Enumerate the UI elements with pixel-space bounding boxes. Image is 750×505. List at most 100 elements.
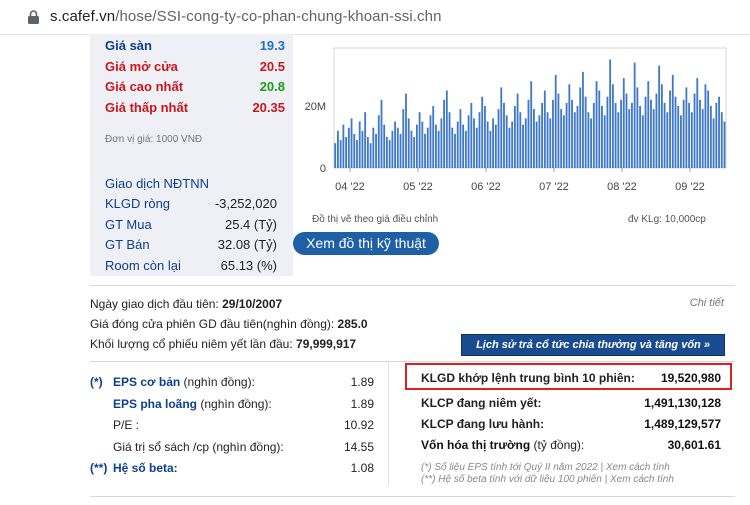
info-label: Khối lượng cổ phiếu niêm yết lần đầu:: [90, 337, 293, 351]
volume-bar: [723, 121, 726, 168]
volume-bar: [533, 109, 535, 168]
chart-note: Đồ thị vẽ theo giá điều chỉnh: [312, 214, 439, 225]
volume-bar: [690, 112, 693, 168]
volume-bar: [562, 115, 565, 168]
url-text[interactable]: s.cafef.vn/hose/SSI-cong-ty-co-phan-chun…: [50, 8, 442, 25]
volume-bar: [497, 109, 500, 168]
x-tick-label: 06 '22: [471, 181, 501, 193]
stat-value: 19,520,980: [660, 371, 721, 385]
volume-bar: [590, 118, 593, 168]
listed-shares-row: KLCP đang niêm yết: 1,491,130,128: [421, 396, 721, 416]
volume-bar: [660, 84, 663, 168]
volume-bar: [543, 90, 546, 168]
info-value: 285.0: [337, 317, 368, 331]
volume-bar: [402, 109, 405, 168]
volume-bar: [467, 115, 470, 168]
detail-link[interactable]: Chi tiết: [690, 297, 724, 309]
first-listed-volume: Khối lượng cổ phiếu niêm yết lần đầu: 79…: [90, 337, 356, 351]
volume-bar: [345, 137, 348, 168]
url-path: /hose/SSI-cong-ty-co-phan-chung-khoan-ss…: [115, 8, 442, 25]
eps-label: EPS pha loãng (nghìn đồng):: [113, 397, 272, 411]
eps-value: 1.08: [350, 461, 374, 475]
volume-bar: [633, 62, 636, 168]
price-label: Giá sàn: [105, 38, 152, 53]
eps-label-rest: (nghìn đồng):: [180, 375, 255, 389]
volume-bar: [386, 137, 388, 168]
volume-bar: [565, 102, 568, 168]
volume-bar: [508, 127, 511, 168]
volume-bar: [464, 130, 467, 168]
price-label: Giá thấp nhất: [105, 100, 189, 115]
volume-bar: [353, 133, 356, 168]
address-bar[interactable]: s.cafef.vn/hose/SSI-cong-ty-co-phan-chun…: [0, 0, 750, 35]
foreign-label: GT Bán: [105, 237, 150, 252]
volume-bar: [500, 87, 503, 168]
volume-bar: [527, 99, 530, 168]
volume-bar: [584, 96, 587, 168]
volume-bar: [579, 87, 582, 168]
volume-bar: [603, 115, 606, 168]
volume-chart: 04 '22 05 '22 06 '22 07 '22 08 '22 09 '22 20M…: [305, 47, 727, 193]
divider: [90, 285, 735, 286]
foreign-value: 65.13 (%): [220, 258, 277, 273]
volume-bar: [405, 93, 407, 168]
price-row-high: Giá cao nhất 20.8: [105, 79, 285, 99]
volume-bar: [655, 93, 658, 168]
x-tick-label: 09 '22: [675, 181, 705, 193]
volume-bar: [513, 106, 516, 168]
volume-bar: [459, 109, 462, 168]
volume-bar: [456, 121, 459, 168]
stat-label-strong: Vốn hóa thị trường: [421, 438, 531, 452]
volume-bar: [554, 75, 557, 168]
volume-bar: [538, 115, 541, 168]
volume-bar: [421, 121, 424, 168]
volume-bar: [685, 87, 688, 168]
volume-bar: [394, 121, 397, 168]
volume-bar: [628, 109, 631, 168]
volume-bar: [611, 84, 614, 168]
dividend-history-button[interactable]: Lịch sử trả cổ tức chia thưởng và tăng v…: [461, 334, 725, 356]
book-value-row: Giá trị sổ sách /cp (nghìn đồng): 14.55: [90, 440, 374, 460]
foreign-trade-title: Giao dịch NĐTNN: [105, 176, 210, 191]
volume-bar: [720, 112, 723, 168]
price-value: 20.35: [252, 100, 285, 115]
price-row-open: Giá mở cửa 20.5: [105, 59, 285, 79]
stat-label: Vốn hóa thị trường (tỷ đồng):: [421, 438, 584, 452]
volume-bar: [674, 96, 677, 168]
volume-bar: [598, 90, 601, 168]
technical-chart-button[interactable]: Xem đồ thị kỹ thuật: [293, 232, 439, 255]
volume-bar: [704, 84, 707, 168]
avg-volume-row: KLGD khớp lệnh trung bình 10 phiên: 19,5…: [421, 371, 721, 391]
y-tick-label: 0: [320, 163, 326, 175]
eps-label-rest: P/E :: [113, 418, 140, 432]
eps-diluted-row: EPS pha loãng (nghìn đồng): 1.89: [90, 397, 374, 417]
volume-bar: [375, 133, 377, 168]
volume-bar: [699, 99, 701, 168]
x-tick-label: 07 '22: [539, 181, 569, 193]
volume-bar: [462, 124, 465, 168]
url-host: s.cafef.vn: [50, 8, 116, 25]
info-value: 79,999,917: [296, 337, 357, 351]
volume-bar: [484, 106, 486, 168]
volume-bar: [530, 81, 533, 168]
volume-bar: [369, 143, 372, 168]
price-value: 20.8: [259, 79, 285, 94]
eps-label: EPS cơ bản (nghìn đồng):: [113, 375, 255, 389]
eps-basic-row: (*) EPS cơ bản (nghìn đồng): 1.89: [90, 375, 374, 395]
info-value: 29/10/2007: [222, 297, 283, 311]
volume-bar: [622, 78, 625, 168]
lock-icon[interactable]: [27, 10, 40, 24]
beta-footnote: (**) Hệ số beta tính với dữ liệu 100 phi…: [421, 474, 674, 485]
stat-value: 1,489,129,577: [644, 417, 721, 431]
outstanding-shares-row: KLCP đang lưu hành: 1,489,129,577: [421, 417, 721, 437]
beta-row: (**) Hệ số beta: 1.08: [90, 461, 374, 481]
volume-bar: [388, 140, 391, 168]
eps-label-strong: Hệ số beta:: [113, 461, 178, 475]
volume-bar: [337, 130, 339, 168]
eps-label-strong: EPS pha loãng: [113, 397, 198, 411]
price-label: Giá mở cửa: [105, 59, 178, 74]
volume-bar: [494, 124, 497, 168]
price-row-floor: Giá sàn 19.3: [105, 38, 285, 58]
volume-bar: [595, 81, 598, 168]
stat-label: KLCP đang niêm yết:: [421, 396, 542, 410]
